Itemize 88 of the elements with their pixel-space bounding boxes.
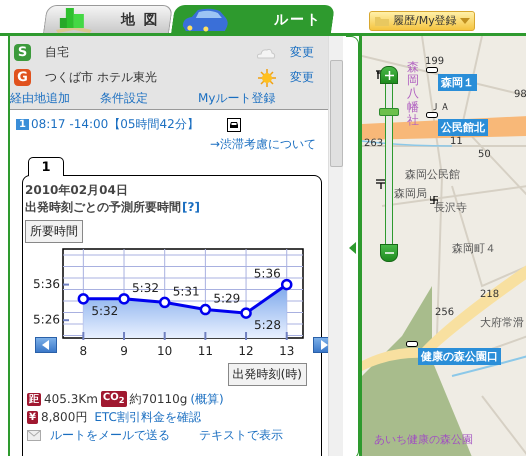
bus-stop-icon <box>426 112 438 118</box>
change-link[interactable]: 変更 <box>290 44 314 61</box>
x-tick-label: 8 <box>80 344 88 358</box>
change-link[interactable]: 変更 <box>290 69 314 86</box>
stat-badge: 距 <box>27 392 41 406</box>
car-icon <box>226 118 241 132</box>
data-label: 5:32 <box>132 280 159 295</box>
bottom-link[interactable]: ルートをメールで送る <box>50 426 170 444</box>
minus-icon <box>384 252 394 254</box>
temple-icon <box>430 196 438 204</box>
data-point <box>200 304 212 316</box>
folder-icon <box>374 14 390 26</box>
x-tick-label: 9 <box>120 344 128 358</box>
place-name: 自宅 <box>45 44 70 61</box>
place-name: つくば市 ホテル東光 <box>45 69 158 86</box>
x-tick-label: 11 <box>198 344 214 358</box>
bottom-link[interactable]: テキストで表示 <box>199 426 283 444</box>
y-tick-label: 5:36 <box>33 276 60 291</box>
forecast-date: 2010年02月04日 <box>25 182 129 199</box>
x-axis-label: 出発時刻(時) <box>228 363 307 386</box>
bus-stop-icon <box>426 67 438 73</box>
data-label: 5:36 <box>254 266 281 281</box>
plus-icon <box>384 70 394 80</box>
route-option-link[interactable]: Myルート登録 <box>198 90 276 107</box>
scrollbar[interactable] <box>328 36 343 456</box>
place-label: 大府常滑 <box>480 315 524 330</box>
data-point <box>158 296 170 308</box>
route-time-link[interactable]: 08:17 -14:00【05時間42分】 <box>30 116 199 133</box>
place-label: 森岡公民館 <box>405 167 460 182</box>
data-point <box>78 293 90 305</box>
data-label: 5:31 <box>172 284 200 298</box>
map-number-label: 98 <box>514 89 526 100</box>
day-tab[interactable]: 1 <box>28 157 64 176</box>
place-label: 森岡局 <box>394 186 427 201</box>
x-tick-label: 12 <box>238 344 254 358</box>
data-point <box>118 293 130 305</box>
zoom-out-button[interactable] <box>380 244 398 262</box>
help-link[interactable]: [?] <box>182 200 200 214</box>
stat-link[interactable]: (概算) <box>190 390 224 408</box>
stat-badge: CO$_{2}$ <box>100 391 127 407</box>
stat-value: 405.3Km <box>44 392 98 406</box>
map-number-label: 263 <box>364 138 384 149</box>
envelope-icon <box>27 430 41 440</box>
left-triangle-icon <box>348 242 356 254</box>
data-label: 5:29 <box>213 292 240 306</box>
stat-value: 約70110g <box>130 390 188 408</box>
place-label: 長沢寺 <box>434 200 467 215</box>
place-label: 森岡町４ <box>452 241 496 256</box>
y-tick-label: 5:26 <box>33 312 60 326</box>
map-number-label: ＪＡ <box>430 101 450 114</box>
left-triangle-icon <box>41 340 51 350</box>
previous-button[interactable] <box>35 337 57 353</box>
caret-icon <box>460 18 470 24</box>
route-number-badge: 1 <box>16 119 29 130</box>
data-point <box>240 307 252 319</box>
route-marker-badge: S <box>14 44 31 61</box>
map-number-label: 11 <box>450 136 463 147</box>
collapse-strip[interactable] <box>346 36 359 456</box>
stat-value: 8,800円 <box>40 408 88 426</box>
history-dropdown-button[interactable]: 履歴/My登録 <box>369 10 475 30</box>
bus-stop-label[interactable]: 森岡１ <box>438 74 477 91</box>
x-tick-label: 13 <box>279 344 294 358</box>
zoom-slider-thumb[interactable] <box>379 108 399 116</box>
right-triangle-icon <box>319 340 328 350</box>
stat-link[interactable]: ETC割引料金を確認 <box>94 408 201 426</box>
bus-stop-icon <box>406 341 418 347</box>
route-option-link[interactable]: 経由地追加 <box>10 90 70 107</box>
x-tick-label: 10 <box>157 344 172 358</box>
sun-icon <box>258 68 276 86</box>
route-marker-badge: G <box>14 69 31 86</box>
tab[interactable]: ルート <box>171 5 335 33</box>
data-point <box>280 278 292 290</box>
data-label: 5:32 <box>91 304 118 318</box>
bus-stop-label[interactable]: 公民館北 <box>438 119 488 136</box>
y-axis-label: 所要時間 <box>25 220 83 243</box>
congestion-info-link[interactable]: →渋滞考慮について <box>210 137 316 151</box>
zoom-in-button[interactable] <box>380 66 398 84</box>
route-option-link[interactable]: 条件設定 <box>100 90 148 107</box>
map-number-label: 256 <box>435 307 454 318</box>
map-number-label: 218 <box>480 289 500 300</box>
cloud-icon <box>256 46 276 58</box>
map-number-label: 199 <box>425 56 444 67</box>
forecast-title: 出発時刻ごとの予測所要時間 <box>25 200 181 214</box>
stat-badge: ¥ <box>27 410 38 424</box>
tab[interactable]: 地 図 <box>43 5 173 33</box>
map-number-label: 50 <box>478 149 491 160</box>
bus-stop-label[interactable]: 健康の森公園口 <box>418 348 501 365</box>
data-label: 5:28 <box>254 318 281 332</box>
